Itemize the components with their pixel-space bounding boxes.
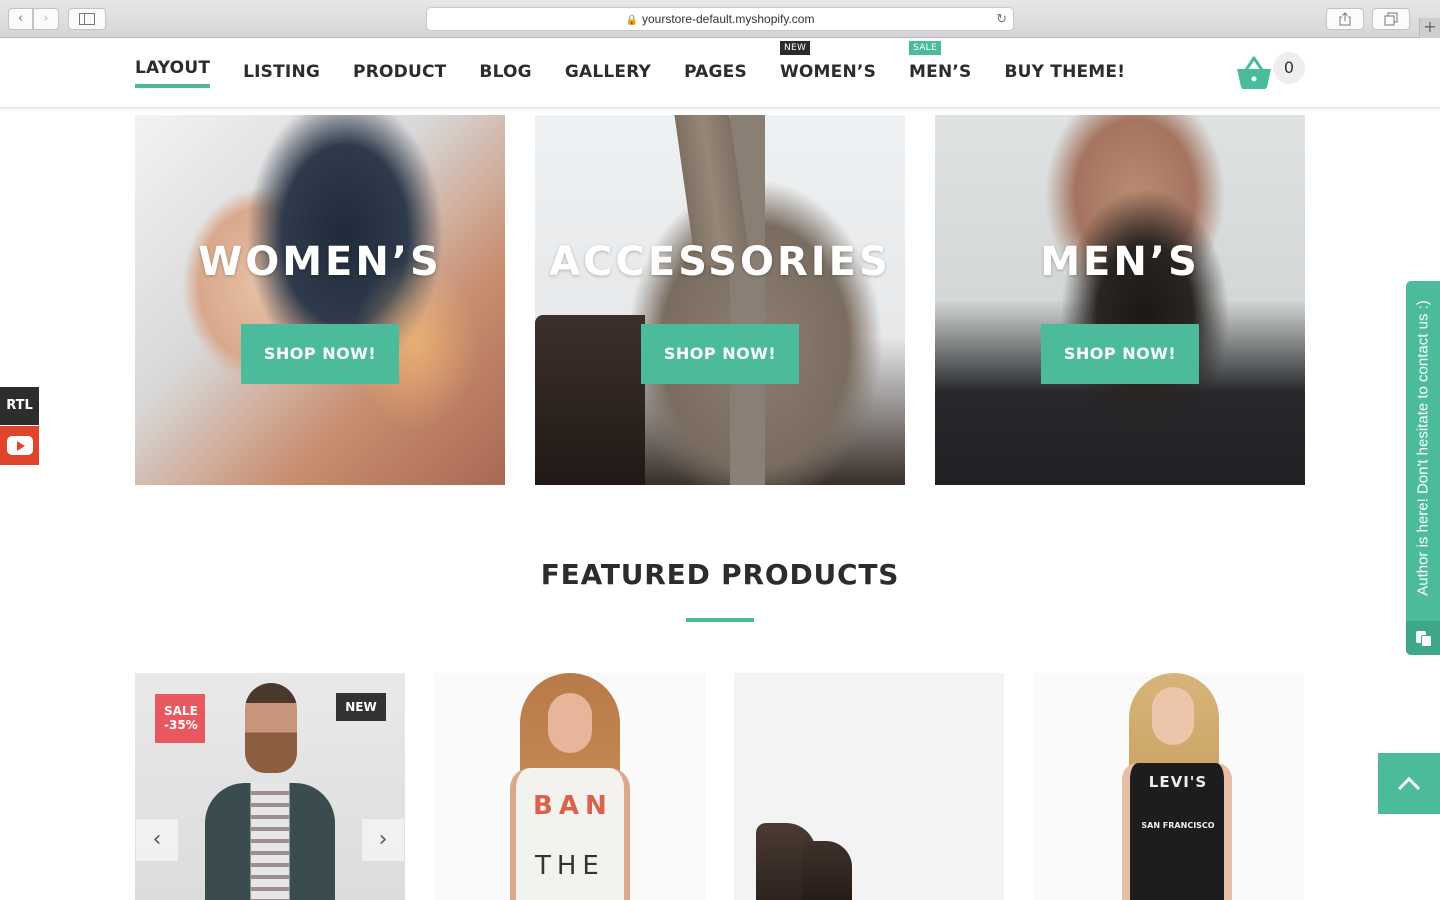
- back-button[interactable]: ‹: [8, 8, 33, 30]
- chat-icon: [1406, 621, 1440, 655]
- bag-leather-image: [535, 315, 645, 485]
- shop-now-button[interactable]: SHOP NOW!: [1041, 324, 1199, 384]
- product-image-detail: [251, 783, 289, 900]
- url-text: yourstore-default.myshopify.com: [641, 12, 815, 26]
- nav-item-gallery[interactable]: GALLERY: [565, 38, 651, 108]
- new-badge: NEW: [779, 41, 811, 55]
- chevron-left-icon[interactable]: ‹: [136, 819, 178, 861]
- nav-item-blog[interactable]: BLOG: [479, 38, 531, 108]
- nav-label: BLOG: [479, 62, 532, 82]
- nav-label: BUY THEME!: [1004, 62, 1126, 82]
- product-image-detail: [802, 841, 852, 900]
- shirt-print-text: THE: [535, 851, 605, 881]
- contact-tab[interactable]: Author is here! Don't hesitate to contac…: [1406, 281, 1440, 655]
- main-nav: LAYOUT LISTING PRODUCT BLOG GALLERY PAGE…: [135, 38, 1158, 108]
- reload-icon[interactable]: ↻: [996, 8, 1007, 30]
- nav-item-product[interactable]: PRODUCT: [353, 38, 446, 108]
- shirt-print-text: LEVI'S: [1148, 773, 1208, 791]
- banner-title: MEN’S: [1040, 239, 1200, 285]
- banner-mens[interactable]: MEN’S SHOP NOW!: [935, 115, 1305, 485]
- banner-accessories[interactable]: ACCESSORIES SHOP NOW!: [535, 115, 905, 485]
- product-card[interactable]: [734, 673, 1004, 900]
- cart-button[interactable]: 0: [1236, 52, 1308, 92]
- product-card[interactable]: LEVI'S SAN FRANCISCO: [1034, 673, 1304, 900]
- shirt-print-text: BAN: [533, 791, 613, 821]
- nav-label: WOMEN’S: [779, 62, 877, 82]
- forward-button[interactable]: ›: [33, 8, 59, 30]
- nav-item-mens[interactable]: SALE MEN’S: [909, 38, 971, 108]
- nav-item-listing[interactable]: LISTING: [243, 38, 320, 108]
- nav-item-womens[interactable]: NEW WOMEN’S: [779, 38, 877, 108]
- product-image-detail: [548, 693, 592, 753]
- chevron-up-icon: [1397, 776, 1421, 791]
- banner-womens[interactable]: WOMEN’S SHOP NOW!: [135, 115, 505, 485]
- chevron-right-icon[interactable]: ›: [362, 819, 404, 861]
- contact-label: Author is here! Don't hesitate to contac…: [1414, 300, 1432, 596]
- lock-icon: 🔒: [625, 15, 638, 26]
- tabs-overview-button[interactable]: [1372, 8, 1410, 30]
- sidebar-toggle-button[interactable]: [68, 8, 106, 30]
- share-icon: [1339, 12, 1351, 26]
- share-button[interactable]: [1326, 8, 1364, 30]
- basket-icon: [1237, 56, 1271, 89]
- nav-label: MEN’S: [909, 62, 972, 82]
- nav-label: GALLERY: [564, 62, 652, 82]
- nav-item-buy-theme[interactable]: BUY THEME!: [1004, 38, 1125, 108]
- nav-label: LAYOUT: [135, 58, 211, 78]
- youtube-icon: [7, 436, 33, 455]
- new-badge: NEW: [336, 693, 386, 721]
- back-to-top-button[interactable]: [1378, 753, 1440, 814]
- product-card[interactable]: SALE -35% NEW ‹ ›: [135, 673, 405, 900]
- cart-count: 0: [1273, 52, 1305, 84]
- tabs-icon: [1384, 12, 1398, 26]
- nav-label: PRODUCT: [353, 62, 447, 82]
- site-header: LAYOUT LISTING PRODUCT BLOG GALLERY PAGE…: [0, 38, 1440, 108]
- product-image-detail: [245, 683, 297, 773]
- shirt-print-text: SAN FRANCISCO: [1141, 821, 1215, 830]
- nav-label: PAGES: [684, 62, 747, 82]
- nav-label: LISTING: [243, 62, 321, 82]
- nav-item-layout[interactable]: LAYOUT: [135, 38, 211, 108]
- nav-item-pages[interactable]: PAGES: [684, 38, 747, 108]
- product-image-detail: [1152, 687, 1194, 745]
- sidebar-icon: [79, 13, 95, 25]
- browser-toolbar: ‹ › 🔒 yourstore-default.myshopify.com ↻ +: [0, 0, 1440, 38]
- shop-now-button[interactable]: SHOP NOW!: [241, 324, 399, 384]
- banner-title: WOMEN’S: [198, 239, 442, 285]
- sale-badge: SALE -35%: [155, 694, 205, 743]
- section-title: FEATURED PRODUCTS: [540, 558, 900, 591]
- product-card[interactable]: BAN THE: [435, 673, 705, 900]
- shop-now-button[interactable]: SHOP NOW!: [641, 324, 799, 384]
- title-underline: [686, 618, 754, 622]
- rtl-toggle-button[interactable]: RTL: [0, 387, 39, 425]
- address-bar[interactable]: 🔒 yourstore-default.myshopify.com ↻: [426, 7, 1014, 31]
- new-tab-button[interactable]: +: [1419, 18, 1440, 38]
- banner-title: ACCESSORIES: [549, 239, 891, 285]
- sale-badge-discount: -35%: [164, 718, 198, 732]
- youtube-button[interactable]: [0, 426, 39, 465]
- sale-badge-label: SALE: [164, 704, 198, 718]
- sale-badge: SALE: [909, 41, 941, 55]
